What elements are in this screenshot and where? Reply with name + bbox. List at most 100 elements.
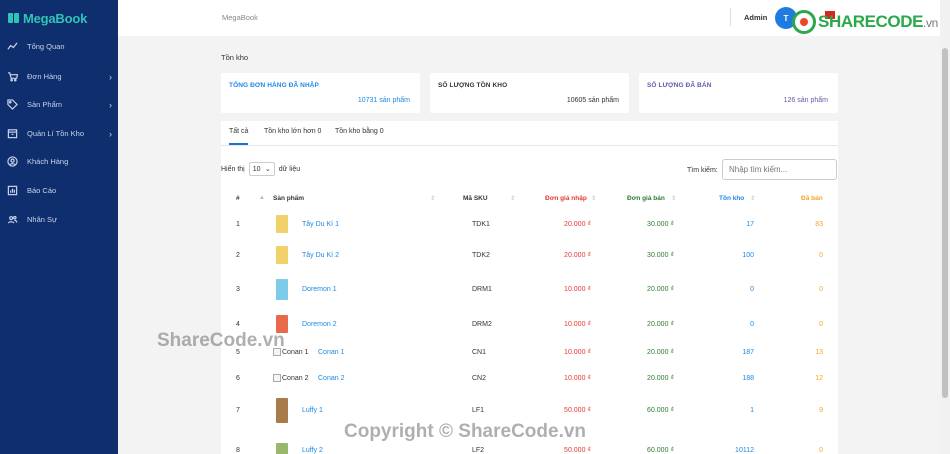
product-thumbnail[interactable] (276, 397, 288, 423)
product-sku: TDK1 (472, 221, 490, 228)
import-price: 20.000 ₫ (564, 221, 591, 228)
sort-icon[interactable]: ⇕ (591, 195, 596, 202)
product-thumbnail[interactable] (276, 278, 288, 300)
sort-icon[interactable]: ⇕ (671, 195, 676, 202)
user-circle-icon (7, 156, 18, 167)
product-sku: LF2 (472, 447, 485, 454)
product-name[interactable]: Doremon 2 (302, 321, 337, 328)
product-sku: CN1 (472, 349, 487, 356)
sidebar-item-1[interactable]: Tổng Quan (0, 32, 118, 61)
image-alt-text: Conan 2 (282, 374, 309, 382)
stock-quantity: 1 (750, 407, 754, 414)
product-name[interactable]: Tây Du Kí 1 (302, 221, 339, 228)
product-name[interactable]: Tây Du Kí 2 (302, 252, 339, 259)
brand-logo[interactable]: MegaBook (0, 0, 118, 36)
import-price: 50.000 ₫ (564, 447, 591, 454)
stock-quantity: 100 (742, 252, 754, 259)
tab-stock-positive[interactable]: Tồn kho lớn hơn 0 (264, 128, 321, 135)
sidebar-item-2[interactable]: Đơn Hàng › (0, 62, 118, 91)
product-sku: DRM1 (472, 286, 492, 293)
trend-line-icon (7, 41, 18, 52)
search-input[interactable] (722, 159, 837, 180)
product-sku: DRM2 (472, 321, 492, 328)
scrollbar-thumb[interactable] (942, 48, 948, 398)
tab-stock-zero[interactable]: Tồn kho bằng 0 (335, 128, 384, 135)
row-index: 4 (236, 321, 240, 328)
sidebar-item-6[interactable]: Báo Cáo (0, 176, 118, 205)
col-stock[interactable]: Tồn kho (719, 195, 744, 202)
col-sku[interactable]: Mã SKU (463, 195, 488, 202)
stock-quantity: 10112 (735, 447, 754, 454)
sale-price: 60.000 ₫ (647, 407, 674, 414)
import-price: 10.000 ₫ (564, 286, 591, 293)
sidebar-item-4[interactable]: Quản Lí Tồn Kho › (0, 119, 118, 148)
row-index: 6 (236, 375, 240, 382)
stock-quantity: 187 (742, 349, 754, 356)
sold-quantity: 13 (815, 349, 823, 356)
sidebar-item-3[interactable]: Sản Phẩm › (0, 90, 118, 119)
row-index: 3 (236, 286, 240, 293)
import-price: 10.000 ₫ (564, 321, 591, 328)
sale-price: 20.000 ₫ (647, 321, 674, 328)
sidebar: MegaBook Tổng Quan Đơn Hàng › Sản Phẩm › Quản… (0, 0, 118, 454)
row-index: 8 (236, 447, 240, 454)
tab-all[interactable]: Tất cả (229, 128, 249, 145)
sort-asc-icon[interactable]: ▲ (259, 195, 265, 201)
col-index[interactable]: # (236, 195, 240, 202)
watermark-logo-text: SHARECODE (818, 12, 924, 31)
product-name[interactable]: Luffy 1 (302, 407, 323, 414)
page-size-select[interactable]: 10 ⌄ (248, 162, 275, 176)
product-name[interactable]: Conan 1 (318, 349, 344, 356)
header-divider (730, 8, 731, 26)
product-thumbnail[interactable] (276, 246, 288, 264)
sort-icon[interactable]: ⇕ (750, 195, 755, 202)
sale-price: 20.000 ₫ (647, 349, 674, 356)
sidebar-item-label: Khách Hàng (27, 157, 69, 166)
sold-quantity: 0 (819, 286, 823, 293)
inventory-panel: Tất cả Tồn kho lớn hơn 0 Tồn kho bằng 0 … (221, 121, 838, 454)
product-name[interactable]: Conan 2 (318, 375, 344, 382)
chevron-right-icon: › (109, 71, 112, 82)
import-price: 50.000 ₫ (564, 407, 591, 414)
watermark-text: ShareCode.vn (157, 330, 285, 351)
card-title: SỐ LƯỢNG ĐÃ BÁN (647, 82, 712, 89)
sort-icon[interactable]: ⇕ (430, 195, 435, 202)
import-price: 10.000 ₫ (564, 349, 591, 356)
col-product[interactable]: Sản phẩm (273, 195, 304, 202)
product-name[interactable]: Doremon 1 (302, 286, 337, 293)
col-sold[interactable]: Đã bán (801, 195, 823, 202)
sort-icon[interactable]: ⇕ (510, 195, 515, 202)
sale-price: 30.000 ₫ (647, 221, 674, 228)
stock-quantity: 0 (750, 321, 754, 328)
cart-icon (7, 71, 18, 82)
card-value: 126 sản phẩm (783, 97, 828, 104)
search-label: Tìm kiếm: (687, 167, 718, 174)
sale-price: 30.000 ₫ (647, 252, 674, 259)
col-sale-price[interactable]: Đơn giá bán (627, 195, 665, 202)
watermark-logo: SHARECODE.vn (792, 10, 938, 34)
card-stock-quantity: SỐ LƯỢNG TỒN KHO 10605 sản phẩm (430, 73, 629, 113)
product-name[interactable]: Luffy 2 (302, 447, 323, 454)
sold-quantity: 12 (815, 375, 823, 382)
user-name[interactable]: Admin (744, 13, 767, 22)
chevron-right-icon: › (109, 128, 112, 139)
product-sku: LF1 (472, 407, 485, 414)
sidebar-item-label: Tổng Quan (27, 42, 65, 51)
sold-quantity: 0 (819, 252, 823, 259)
product-thumbnail[interactable] (276, 443, 288, 454)
sale-price: 20.000 ₫ (647, 375, 674, 382)
product-thumbnail[interactable] (276, 215, 288, 233)
brand-name: MegaBook (23, 10, 88, 26)
sidebar-item-label: Đơn Hàng (27, 72, 62, 81)
col-import-price[interactable]: Đơn giá nhập (545, 195, 587, 202)
sidebar-item-5[interactable]: Khách Hàng (0, 147, 118, 176)
breadcrumb[interactable]: MegaBook (222, 13, 258, 22)
page-title: Tồn kho (221, 53, 249, 62)
tab-bar: Tất cả Tồn kho lớn hơn 0 Tồn kho bằng 0 (221, 121, 838, 146)
image-alt-text: Conan 1 (282, 348, 309, 356)
sale-price: 60.000 ₫ (647, 447, 674, 454)
import-price: 20.000 ₫ (564, 252, 591, 259)
sidebar-item-7[interactable]: Nhân Sự (0, 205, 118, 234)
watermark-logo-icon (792, 10, 816, 34)
card-title: SỐ LƯỢNG TỒN KHO (438, 82, 508, 89)
